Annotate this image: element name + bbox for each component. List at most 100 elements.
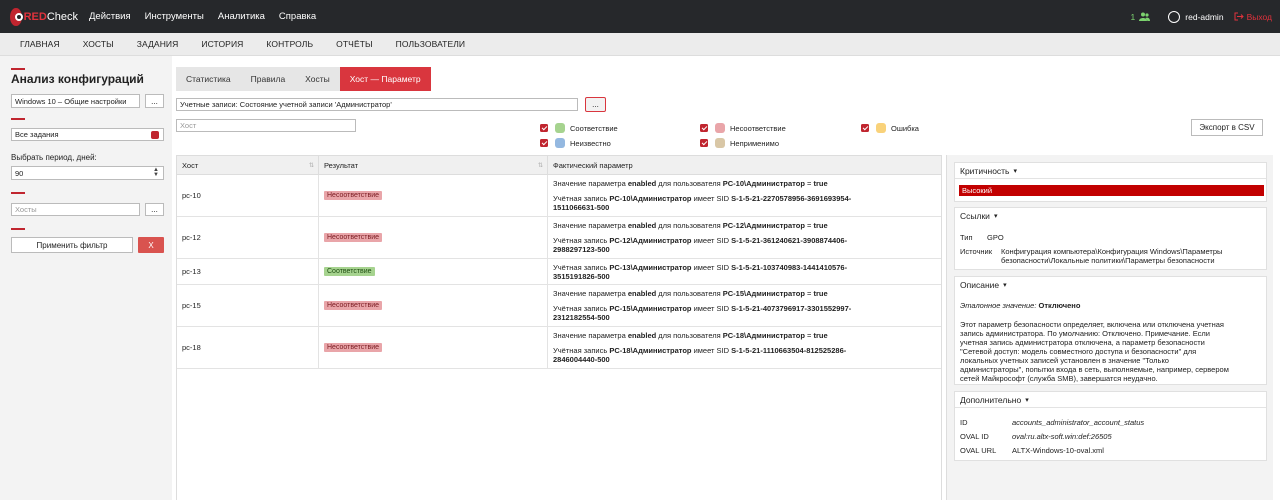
nav-history[interactable]: ИСТОРИЯ: [201, 39, 243, 49]
status-swatch: [876, 123, 886, 133]
fact-line: 3515191826-500: [553, 271, 610, 281]
filter-label: Неизвестно: [570, 138, 611, 148]
table-row[interactable]: pc-15 Несоответствие Значение параметра …: [177, 285, 941, 327]
filter-unknown[interactable]: Неизвестно: [540, 138, 611, 148]
table-header: Хост ⇅ Результат ⇅ Фактический параметр: [177, 156, 941, 175]
reference-label: Эталонное значение:: [960, 301, 1037, 310]
top-bar: RED Check Действия Инструменты Аналитика …: [0, 0, 1280, 33]
results-table: Хост ⇅ Результат ⇅ Фактический параметр pc…: [176, 155, 942, 500]
description-title: Описание: [960, 280, 1000, 290]
period-input[interactable]: 90 ▲ ▼: [11, 166, 164, 180]
col-host-header[interactable]: Хост ⇅: [177, 156, 319, 174]
description-card: Описание ▾ Эталонное значение: Отключено …: [954, 276, 1267, 385]
description-line: администраторы", попытки входа в сеть, в…: [960, 365, 1229, 374]
fact-cell: Значение параметра enabled для пользоват…: [548, 175, 941, 216]
criticality-header[interactable]: Критичность ▾: [955, 163, 1266, 179]
fact-line: 2846004440-500: [553, 355, 610, 364]
divider: [11, 118, 25, 120]
parameter-browse-button[interactable]: ...: [585, 97, 606, 112]
source-key: Источник: [960, 247, 993, 256]
host-cell: pc-18: [177, 327, 319, 368]
tasks-select[interactable]: Все задания: [11, 128, 164, 141]
id-value: accounts_administrator_account_status: [1012, 418, 1145, 427]
spinner-icon[interactable]: ▲ ▼: [153, 167, 159, 178]
table-row[interactable]: pc-10 Несоответствие Значение параметра …: [177, 175, 941, 217]
description-line: "Сетевой доступ: модель совместного дост…: [960, 347, 1197, 356]
sort-icon[interactable]: ⇅: [309, 162, 314, 169]
nav-control[interactable]: КОНТРОЛЬ: [266, 39, 313, 49]
apply-filter-button[interactable]: Применить фильтр: [11, 237, 133, 253]
logout-label: Выход: [1246, 11, 1272, 22]
filter-compliant[interactable]: Соответствие: [540, 123, 618, 133]
additional-header[interactable]: Дополнительно ▾: [955, 392, 1266, 408]
fact-line: 2988297123-500: [553, 245, 610, 254]
clear-filter-button[interactable]: X: [138, 237, 164, 253]
username: red-admin: [1185, 11, 1224, 22]
table-row[interactable]: pc-18 Несоответствие Значение параметра …: [177, 327, 941, 369]
tab-statistics[interactable]: Статистика: [176, 67, 241, 91]
description-line: Этот параметр безопасности определяет, в…: [960, 320, 1224, 329]
config-browse-button[interactable]: ...: [145, 94, 164, 108]
user-menu[interactable]: red-admin: [1168, 10, 1224, 23]
table-row[interactable]: pc-13 Соответствие Учётная запись PC-13\…: [177, 259, 941, 285]
fact-line: Учётная запись PC-18\Администратор имеет…: [553, 346, 847, 355]
tab-rules[interactable]: Правила: [241, 67, 296, 91]
filter-label: Ошибка: [891, 123, 919, 133]
description-line: учетная запись администратора отключена,…: [960, 338, 1205, 347]
status-badge: Несоответствие: [324, 191, 383, 200]
config-field[interactable]: Windows 10 – Общие настройки: [11, 94, 140, 108]
filter-label: Неприменимо: [730, 138, 779, 148]
checkbox-checked-icon[interactable]: [700, 139, 708, 147]
links-card: Ссылки ▾ Тип GPO Источник Конфигурация ко…: [954, 207, 1267, 270]
host-cell: pc-10: [177, 175, 319, 216]
description-header[interactable]: Описание ▾: [955, 277, 1266, 293]
fact-line: Учётная запись PC-12\Администратор имеет…: [553, 236, 848, 245]
sort-icon[interactable]: ⇅: [538, 162, 543, 169]
col-result-header[interactable]: Результат ⇅: [319, 156, 548, 174]
logo-red-text: RED: [23, 10, 47, 23]
nav-tasks[interactable]: ЗАДАНИЯ: [137, 39, 179, 49]
filter-error[interactable]: Ошибка: [861, 123, 919, 133]
checkbox-checked-icon[interactable]: [700, 124, 708, 132]
reference-value-text: Отключено: [1038, 301, 1081, 310]
nav-home[interactable]: ГЛАВНАЯ: [20, 39, 60, 49]
checkbox-checked-icon[interactable]: [540, 139, 548, 147]
tab-host-parameter[interactable]: Хост — Параметр: [339, 67, 431, 91]
top-menu: Действия Инструменты Аналитика Справка: [89, 11, 330, 22]
filter-noncompliant[interactable]: Несоответствие: [700, 123, 786, 133]
result-cell: Несоответствие: [319, 217, 548, 258]
tasks-select-value: Все задания: [15, 130, 59, 139]
app-logo[interactable]: RED Check: [10, 7, 78, 26]
oval-url-value[interactable]: ALTX-Windows-10-oval.xml: [1012, 446, 1104, 455]
filter-sidebar: Анализ конфигураций Windows 10 – Общие н…: [0, 56, 172, 500]
export-csv-button[interactable]: Экспорт в CSV: [1191, 119, 1263, 136]
hosts-input[interactable]: Хосты: [11, 203, 140, 216]
parameter-field[interactable]: Учетные записи: Состояние учетной записи…: [176, 98, 578, 111]
users-icon: [1139, 12, 1151, 21]
tab-hosts[interactable]: Хосты: [295, 67, 340, 91]
links-header[interactable]: Ссылки ▾: [955, 208, 1266, 224]
filter-label: Соответствие: [570, 123, 618, 133]
nav-users[interactable]: ПОЛЬЗОВАТЕЛИ: [396, 39, 465, 49]
menu-help[interactable]: Справка: [279, 11, 316, 22]
menu-analytics[interactable]: Аналитика: [218, 11, 265, 22]
fact-line: Учётная запись PC-13\Администратор имеет…: [553, 262, 848, 272]
criticality-title: Критичность: [960, 165, 1010, 176]
checkbox-checked-icon[interactable]: [861, 124, 869, 132]
host-search-input[interactable]: Хост: [176, 119, 356, 132]
filter-not-applicable[interactable]: Неприменимо: [700, 138, 779, 148]
menu-actions[interactable]: Действия: [89, 11, 131, 22]
table-row[interactable]: pc-12 Несоответствие Значение параметра …: [177, 217, 941, 259]
online-users[interactable]: 1: [1131, 12, 1151, 22]
status-badge: Несоответствие: [324, 233, 383, 242]
logout-button[interactable]: Выход: [1234, 12, 1272, 22]
chevron-down-icon: ▾: [1003, 282, 1007, 289]
logout-icon: [1234, 12, 1244, 21]
hosts-browse-button[interactable]: ...: [145, 203, 164, 216]
page-title: Анализ конфигураций: [11, 72, 144, 86]
col-fact-label: Фактический параметр: [553, 160, 633, 170]
menu-tools[interactable]: Инструменты: [145, 11, 204, 22]
checkbox-checked-icon[interactable]: [540, 124, 548, 132]
nav-reports[interactable]: ОТЧЁТЫ: [336, 39, 372, 49]
nav-hosts[interactable]: ХОСТЫ: [83, 39, 114, 49]
